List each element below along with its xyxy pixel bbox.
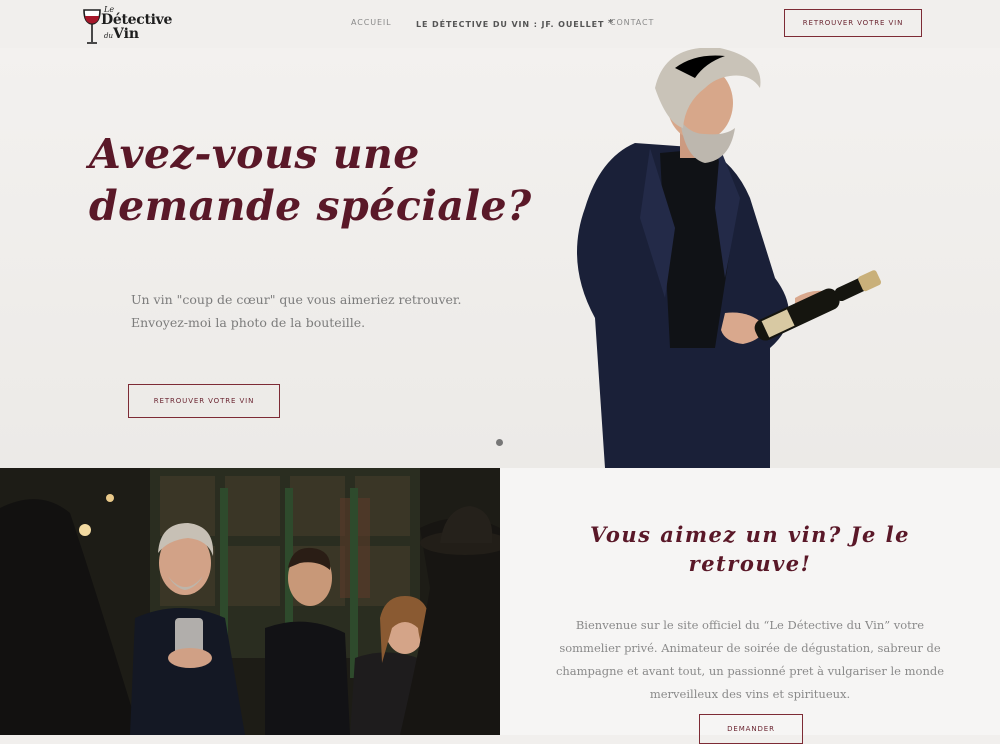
hero-title-line2: demande spéciale? (89, 182, 532, 230)
section-title-line1: Vous aimez un vin? Je le (589, 522, 911, 547)
site-header: Le Détective du Vin ACCUEIL LE DÉTECTIVE… (0, 0, 1000, 48)
section-description: Bienvenue sur le site officiel du “Le Dé… (555, 617, 945, 701)
hero-section: Avez-vous une demande spéciale? Un vin "… (0, 48, 1000, 468)
logo-du-text: du (104, 32, 113, 40)
wine-glass-icon (83, 9, 101, 44)
intro-section: Vous aimez un vin? Je le retrouve! Bienv… (500, 468, 1000, 744)
hero-title: Avez-vous une demande spéciale? (89, 128, 559, 232)
tasting-event-photo (0, 468, 500, 735)
header-find-wine-button[interactable]: RETROUVER VOTRE VIN (784, 9, 922, 37)
slider-dot[interactable] (496, 439, 503, 446)
nav-item-detective-label: LE DÉTECTIVE DU VIN : JF. OUELLET (416, 20, 605, 29)
section-title-line2: retrouve! (688, 551, 812, 576)
sommelier-photo (577, 48, 882, 468)
nav-item-detective[interactable]: LE DÉTECTIVE DU VIN : JF. OUELLET * (416, 18, 614, 29)
nav-item-contact[interactable]: CONTACT (610, 18, 654, 27)
nav-item-accueil[interactable]: ACCUEIL (351, 18, 392, 27)
hero-find-wine-button[interactable]: RETROUVER VOTRE VIN (128, 384, 280, 418)
hero-description: Un vin "coup de cœur" que vous aimeriez … (131, 288, 471, 334)
logo-vin-text: Vin (113, 26, 140, 42)
hero-text-line2: Envoyez-moi la photo de la bouteille. (131, 315, 366, 330)
logo[interactable]: Le Détective du Vin (82, 5, 172, 44)
hero-title-line1: Avez-vous une (89, 130, 420, 178)
hero-text-line1: Un vin "coup de cœur" que vous aimeriez … (131, 292, 462, 307)
section-title: Vous aimez un vin? Je le retrouve! (540, 520, 960, 578)
request-button[interactable]: DEMANDER (699, 714, 803, 744)
